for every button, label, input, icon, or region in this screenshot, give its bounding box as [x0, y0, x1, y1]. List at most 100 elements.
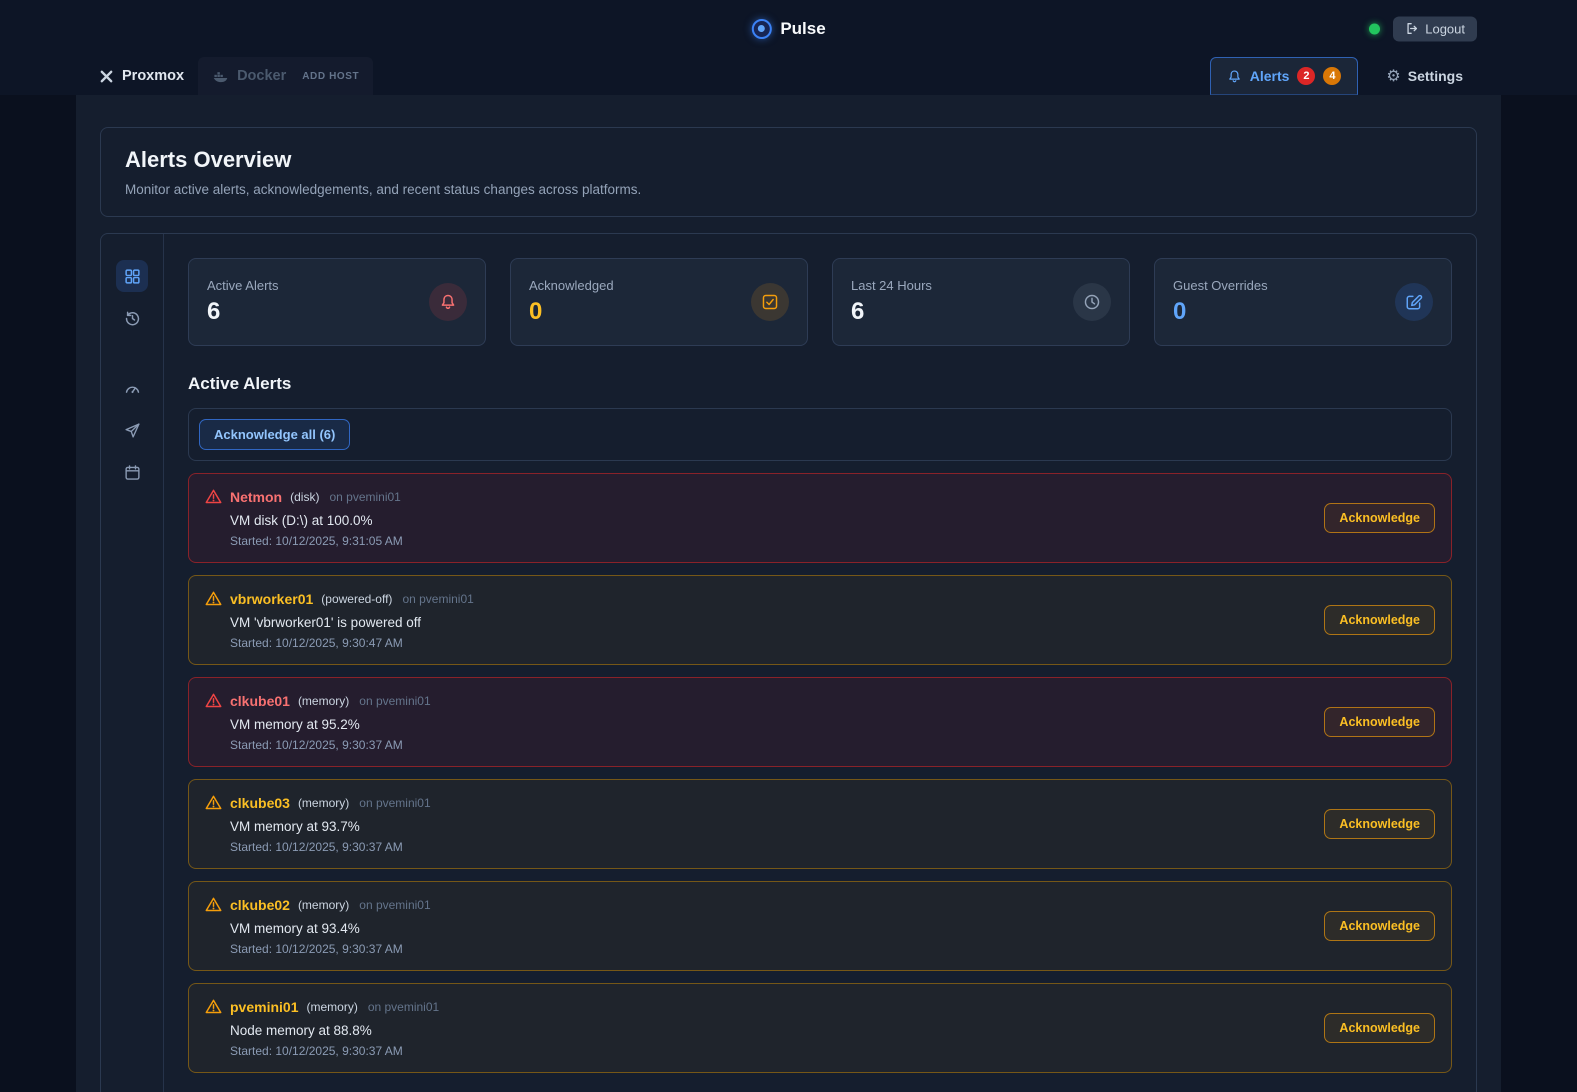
stat-card-active-alerts: Active Alerts 6 — [188, 258, 486, 346]
alert-name: vbrworker01 — [230, 591, 313, 607]
alert-type: (powered-off) — [321, 592, 392, 606]
warning-count-badge: 4 — [1323, 67, 1341, 85]
alert-host: on pvemini01 — [359, 694, 430, 708]
alert-message: Node memory at 88.8% — [230, 1023, 1435, 1038]
alert-started: Started: 10/12/2025, 9:31:05 AM — [230, 534, 1435, 548]
alert-host: on pvemini01 — [368, 1000, 439, 1014]
logout-button[interactable]: Logout — [1393, 16, 1477, 41]
tab-proxmox-label: Proxmox — [122, 68, 184, 84]
pulse-logo-icon — [751, 19, 771, 39]
alert-card: pvemini01 (memory) on pvemini01 Node mem… — [188, 983, 1452, 1073]
alert-started: Started: 10/12/2025, 9:30:47 AM — [230, 636, 1435, 650]
warning-triangle-icon — [205, 488, 222, 505]
alert-message: VM 'vbrworker01' is powered off — [230, 615, 1435, 630]
stat-card-acknowledged: Acknowledged 0 — [510, 258, 808, 346]
alert-card: Netmon (disk) on pvemini01 VM disk (D:\)… — [188, 473, 1452, 563]
proxmox-icon — [99, 69, 114, 84]
app-brand: Pulse — [751, 19, 825, 39]
acknowledge-button[interactable]: Acknowledge — [1324, 911, 1435, 941]
bell-icon — [429, 283, 467, 321]
warning-triangle-icon — [205, 692, 222, 709]
alert-message: VM memory at 93.4% — [230, 921, 1435, 936]
tab-settings[interactable]: ⚙ Settings — [1372, 57, 1477, 95]
tab-alerts-label: Alerts — [1250, 68, 1290, 84]
stat-card-guest-overrides: Guest Overrides 0 — [1154, 258, 1452, 346]
app-title: Pulse — [780, 19, 825, 39]
alert-card: clkube02 (memory) on pvemini01 VM memory… — [188, 881, 1452, 971]
stat-label: Guest Overrides — [1173, 278, 1268, 293]
warning-triangle-icon — [205, 590, 222, 607]
main-content: Alerts Overview Monitor active alerts, a… — [76, 95, 1501, 1092]
history-icon[interactable] — [116, 302, 148, 334]
alerts-list: Netmon (disk) on pvemini01 VM disk (D:\)… — [188, 473, 1452, 1073]
add-host-button[interactable]: ADD HOST — [302, 71, 359, 82]
alert-card: vbrworker01 (powered-off) on pvemini01 V… — [188, 575, 1452, 665]
alert-name: clkube03 — [230, 795, 290, 811]
alert-host: on pvemini01 — [402, 592, 473, 606]
gauge-icon[interactable] — [116, 372, 148, 404]
send-icon[interactable] — [116, 414, 148, 446]
warning-triangle-icon — [205, 794, 222, 811]
gear-icon: ⚙ — [1386, 68, 1400, 84]
calendar-icon[interactable] — [116, 456, 148, 488]
stats-row: Active Alerts 6 Acknowledged 0 — [188, 258, 1452, 346]
page-subtitle: Monitor active alerts, acknowledgements,… — [125, 182, 1452, 197]
acknowledge-button[interactable]: Acknowledge — [1324, 809, 1435, 839]
alert-card: clkube03 (memory) on pvemini01 VM memory… — [188, 779, 1452, 869]
bell-icon — [1227, 69, 1242, 84]
sidebar-rail — [101, 234, 164, 1092]
alert-started: Started: 10/12/2025, 9:30:37 AM — [230, 738, 1435, 752]
stat-value: 6 — [207, 298, 279, 326]
check-square-icon — [751, 283, 789, 321]
dashboard-grid-icon[interactable] — [116, 260, 148, 292]
stat-value: 0 — [1173, 298, 1268, 326]
alert-name: pvemini01 — [230, 999, 298, 1015]
connection-status-dot — [1369, 23, 1380, 34]
docker-icon — [212, 69, 229, 84]
alert-type: (memory) — [306, 1000, 357, 1014]
alerts-panel: Active Alerts 6 Acknowledged 0 — [100, 233, 1477, 1092]
alert-host: on pvemini01 — [329, 490, 400, 504]
acknowledge-button[interactable]: Acknowledge — [1324, 503, 1435, 533]
alert-type: (disk) — [290, 490, 319, 504]
alerts-overview-card: Alerts Overview Monitor active alerts, a… — [100, 127, 1477, 217]
alert-message: VM memory at 93.7% — [230, 819, 1435, 834]
acknowledge-button[interactable]: Acknowledge — [1324, 1013, 1435, 1043]
alert-name: clkube02 — [230, 897, 290, 913]
page-title: Alerts Overview — [125, 147, 1452, 173]
alert-name: Netmon — [230, 489, 282, 505]
alert-name: clkube01 — [230, 693, 290, 709]
stat-label: Last 24 Hours — [851, 278, 932, 293]
alert-started: Started: 10/12/2025, 9:30:37 AM — [230, 942, 1435, 956]
alert-started: Started: 10/12/2025, 9:30:37 AM — [230, 840, 1435, 854]
stat-label: Active Alerts — [207, 278, 279, 293]
alert-type: (memory) — [298, 796, 349, 810]
alerts-toolbar: Acknowledge all (6) — [188, 408, 1452, 461]
alert-type: (memory) — [298, 694, 349, 708]
tab-proxmox[interactable]: Proxmox — [85, 57, 198, 95]
alert-host: on pvemini01 — [359, 898, 430, 912]
tab-docker-label: Docker — [237, 68, 286, 84]
tab-alerts[interactable]: Alerts 2 4 — [1210, 57, 1359, 95]
stat-label: Acknowledged — [529, 278, 614, 293]
main-nav: Proxmox Docker ADD HOST Alerts — [0, 57, 1577, 95]
alert-started: Started: 10/12/2025, 9:30:37 AM — [230, 1044, 1435, 1058]
stat-value: 6 — [851, 298, 932, 326]
acknowledge-all-button[interactable]: Acknowledge all (6) — [199, 419, 350, 450]
stat-card-last-24-hours: Last 24 Hours 6 — [832, 258, 1130, 346]
alert-message: VM disk (D:\) at 100.0% — [230, 513, 1435, 528]
alert-type: (memory) — [298, 898, 349, 912]
acknowledge-button[interactable]: Acknowledge — [1324, 707, 1435, 737]
stat-value: 0 — [529, 298, 614, 326]
clock-icon — [1073, 283, 1111, 321]
tab-docker[interactable]: Docker ADD HOST — [198, 57, 373, 95]
alert-card: clkube01 (memory) on pvemini01 VM memory… — [188, 677, 1452, 767]
top-header: Pulse Logout — [0, 0, 1577, 57]
active-alerts-heading: Active Alerts — [188, 374, 1452, 394]
critical-count-badge: 2 — [1297, 67, 1315, 85]
acknowledge-button[interactable]: Acknowledge — [1324, 605, 1435, 635]
alert-message: VM memory at 95.2% — [230, 717, 1435, 732]
alert-host: on pvemini01 — [359, 796, 430, 810]
warning-triangle-icon — [205, 896, 222, 913]
logout-label: Logout — [1425, 21, 1465, 36]
